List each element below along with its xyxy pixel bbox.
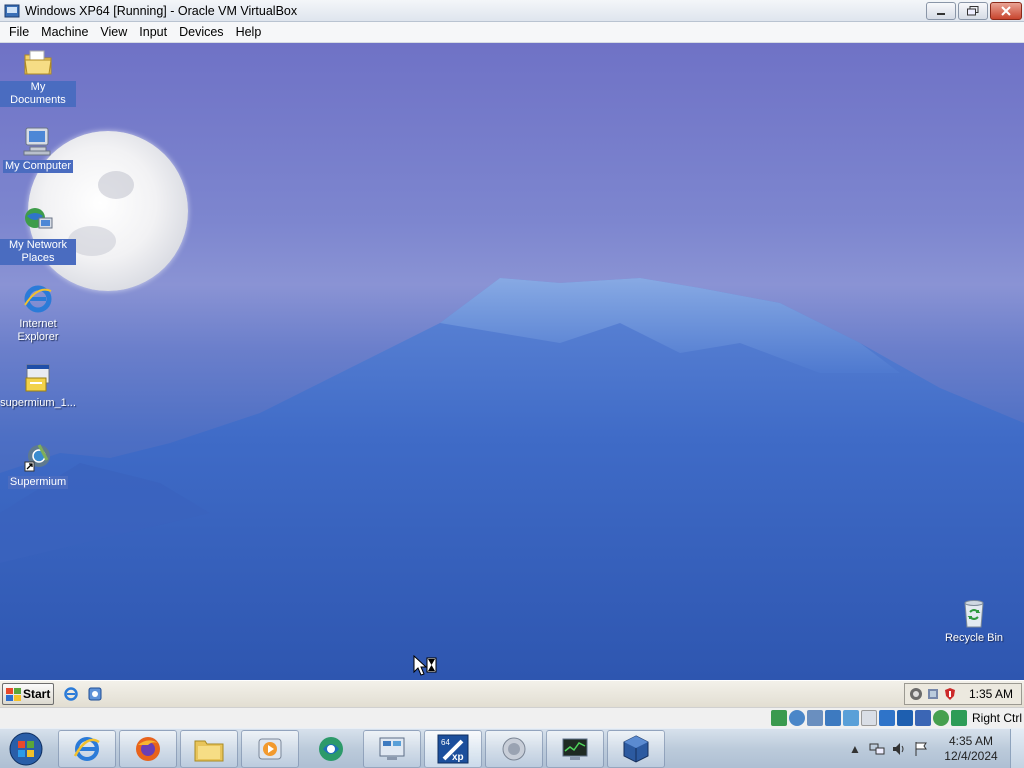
mouse-integration-icon[interactable] [932,710,949,726]
menu-bar: File Machine View Input Devices Help [0,22,1024,43]
volume-icon[interactable] [891,741,907,757]
host-date: 12/4/2024 [944,749,998,763]
guest-taskbar: Start 1:35 AM [0,680,1024,707]
desktop-icon-supermium-installer[interactable]: supermium_1... [0,361,76,410]
taskbar-app-speaker[interactable] [485,729,543,768]
green-app-icon [319,736,343,761]
my-documents-icon [21,45,55,79]
network-adapter-icon[interactable] [824,710,841,726]
host-clock[interactable]: 4:35 AM 12/4/2024 [932,734,1010,764]
desktop-icon-my-documents[interactable]: My Documents [0,45,76,107]
firefox-icon [136,736,160,761]
desktop-icon-label: Recycle Bin [944,632,1004,644]
start-label: Start [23,687,51,701]
menu-file[interactable]: File [3,25,35,39]
taskbar-app-windows-xp-64[interactable]: 64 xp [424,729,482,768]
internet-explorer-icon[interactable] [62,685,80,703]
svg-text:64: 64 [441,738,450,747]
keyboard-capture-icon[interactable] [950,710,967,726]
taskbar-app-virtualbox[interactable] [607,729,665,768]
desktop-icon-my-computer[interactable]: My Computer [0,124,76,173]
vbox-status-bar: Right Ctrl [0,707,1024,728]
start-button[interactable]: Start [2,683,54,705]
taskbar-app-green[interactable] [302,730,360,768]
host-system-tray: ▲ 4:35 AM 12/4/2024 [844,729,1024,768]
guest-system-tray: 1:35 AM [904,683,1022,705]
host-time: 4:35 AM [948,734,994,748]
guest-desktop[interactable]: My Documents My Computer My Network Plac… [0,43,1024,680]
guest-clock[interactable]: 1:35 AM [969,687,1013,701]
optical-drive-icon[interactable] [788,710,805,726]
remote-desktop-icon [379,737,405,760]
mountain-wallpaper [0,278,1024,680]
host-key-label[interactable]: Right Ctrl [972,711,1022,725]
close-button[interactable] [990,2,1022,20]
menu-view[interactable]: View [94,25,133,39]
desktop-icon-label: Supermium [7,476,69,489]
network-places-icon [21,203,55,237]
minimize-button[interactable] [926,2,956,20]
host-taskbar: 64 xp ▲ 4:35 AM 12/4/2024 [0,728,1024,768]
taskbar-app-media-player[interactable] [241,729,299,768]
shield-icon[interactable] [943,687,957,701]
windows-xp-64-icon: 64xp [437,734,469,763]
desktop-icon-network-places[interactable]: My Network Places [0,203,76,265]
desktop-icon-label: Internet Explorer [17,318,59,343]
menu-devices[interactable]: Devices [173,25,229,39]
taskbar-app-remote-desktop[interactable] [363,729,421,768]
task-monitor-icon [562,738,588,760]
restore-button[interactable] [958,2,988,20]
network-icon[interactable] [869,741,885,757]
usb-icon[interactable] [842,710,859,726]
installer-icon [21,361,55,395]
desktop-icon-label: My Documents [0,81,76,107]
hard-disk-icon[interactable] [770,710,787,726]
desktop-icon-label: My Computer [2,160,74,173]
minimize-icon [937,13,945,15]
internet-explorer-icon [21,282,55,316]
menu-input[interactable]: Input [133,25,173,39]
windows-start-orb-icon[interactable] [6,729,46,768]
show-desktop-button[interactable] [1010,729,1024,768]
window-title: Windows XP64 [Running] - Oracle VM Virtu… [25,3,298,18]
recycle-bin-icon [957,596,991,630]
desktop-icon-supermium[interactable]: Supermium [0,440,76,489]
speaker-app-icon [502,737,526,760]
taskbar-app-firefox[interactable] [119,729,177,768]
desktop-icon-label: supermium_1... [0,397,76,409]
recording-icon[interactable] [896,710,913,726]
menu-machine[interactable]: Machine [35,25,94,39]
virtualization-icon[interactable] [914,710,931,726]
desktop-icon-recycle-bin[interactable]: Recycle Bin [936,596,1012,645]
sync-icon[interactable] [909,687,923,701]
menu-help[interactable]: Help [230,25,268,39]
taskbar-app-internet-explorer[interactable] [58,729,116,768]
network-icon[interactable] [926,687,940,701]
desktop-icon-label: My Network Places [0,239,76,265]
desktop-icon-internet-explorer[interactable]: Internet Explorer [0,282,76,344]
virtualbox-icon [623,734,649,763]
taskbar-app-task-monitor[interactable] [546,729,604,768]
supermium-icon [21,440,55,474]
virtualbox-icon [4,4,20,17]
audio-icon[interactable] [806,710,823,726]
action-center-flag-icon[interactable] [913,741,929,757]
restore-icon [967,6,979,16]
shared-folders-icon[interactable] [860,710,877,726]
display-icon[interactable] [878,710,895,726]
show-hidden-icons-icon[interactable]: ▲ [847,741,863,757]
taskbar-app-file-explorer[interactable] [180,729,238,768]
media-player-icon [258,738,282,759]
busy-cursor-icon [413,655,437,676]
show-desktop-icon[interactable] [86,685,104,703]
file-explorer-icon [194,740,224,761]
svg-text:xp: xp [452,752,464,763]
close-icon [1001,6,1011,16]
window-titlebar[interactable]: Windows XP64 [Running] - Oracle VM Virtu… [0,0,1024,22]
my-computer-icon [21,124,55,158]
internet-explorer-icon [73,736,100,761]
windows-flag-icon [6,687,21,701]
